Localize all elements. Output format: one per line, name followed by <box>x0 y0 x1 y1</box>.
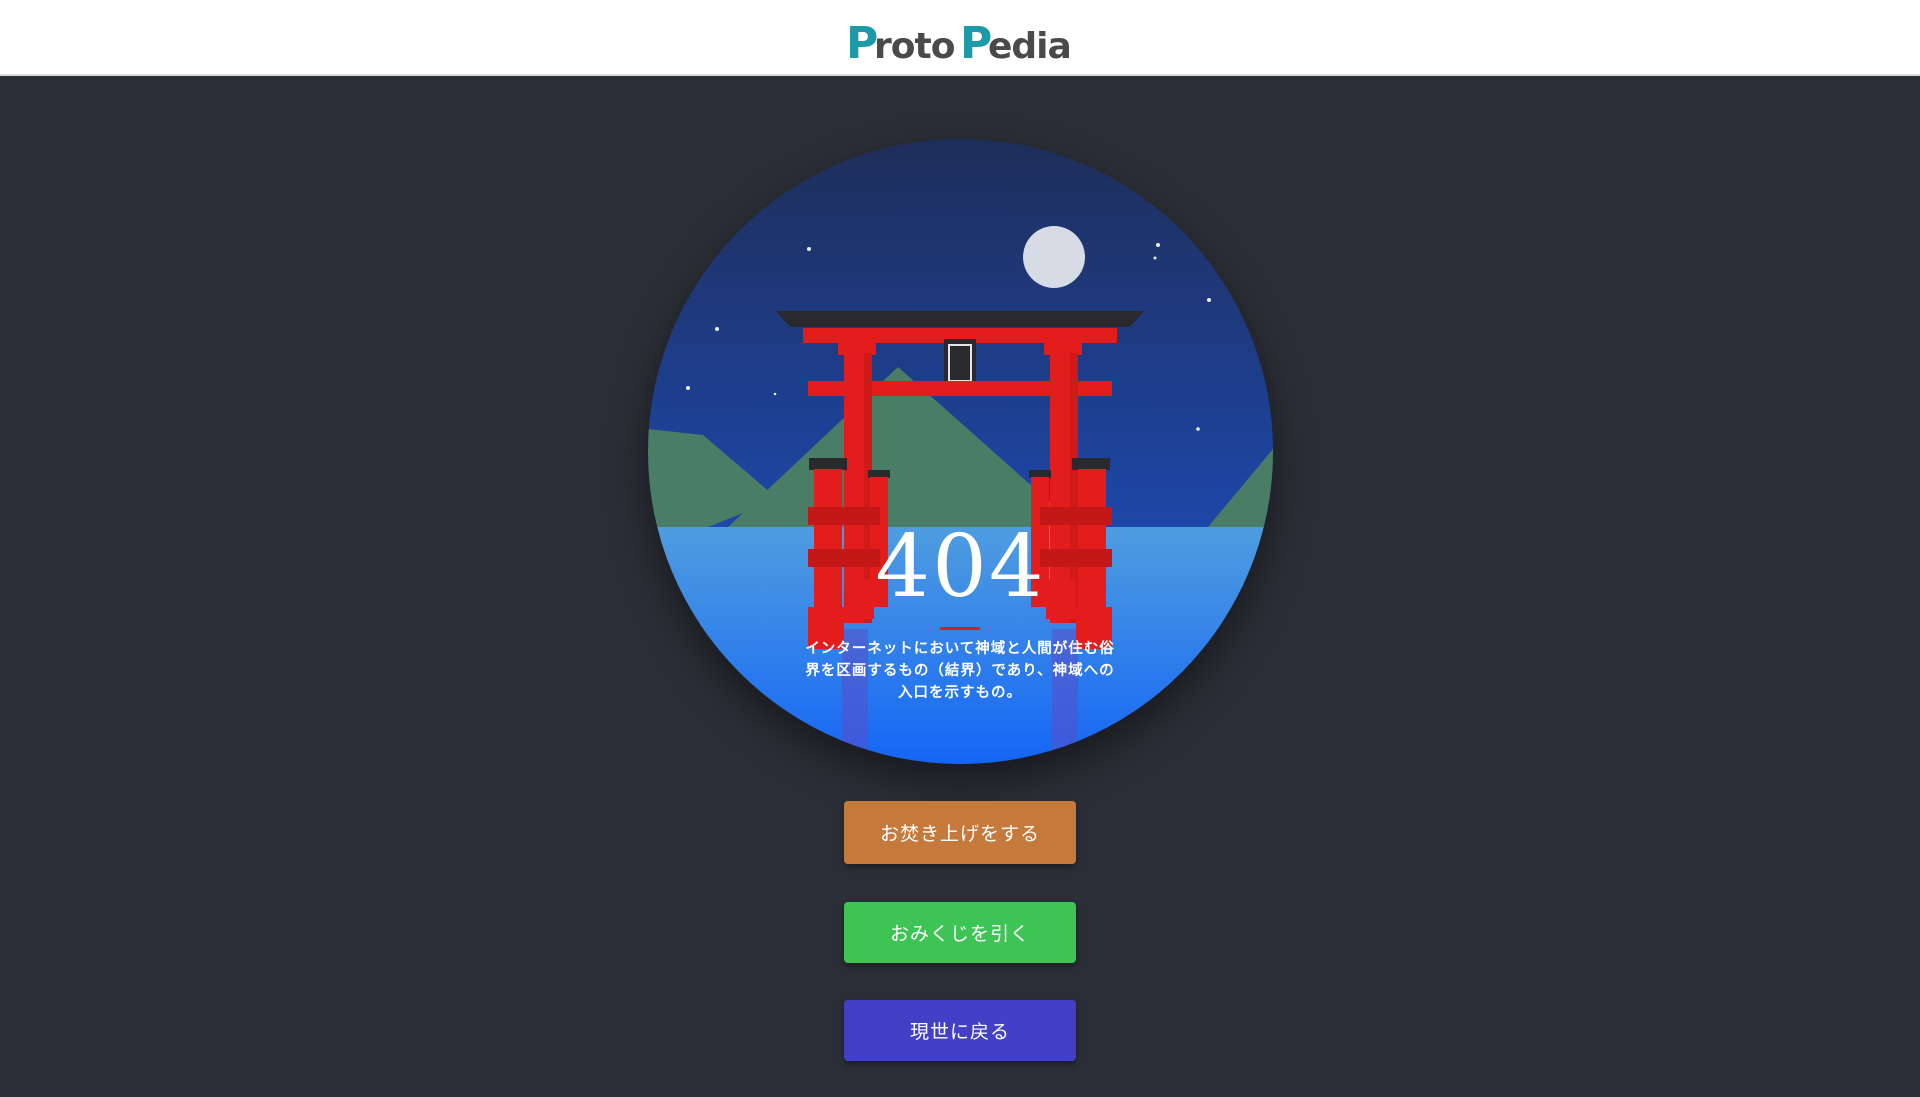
error-code: 404 <box>875 517 1046 617</box>
burn-offering-button[interactable]: お焚き上げをする <box>844 801 1076 864</box>
divider <box>940 627 980 630</box>
svg-text:P: P <box>846 18 877 64</box>
torii-scene: 404 インターネットにおいて神域と人間が住む俗界を区画するもの（結界）であり、… <box>648 139 1273 764</box>
top-bar: P roto P edia <box>0 0 1920 76</box>
protopedia-logo[interactable]: P roto P edia <box>846 18 1076 64</box>
error-message: インターネットにおいて神域と人間が住む俗界を区画するもの（結界）であり、神域への… <box>805 640 1115 701</box>
return-home-button[interactable]: 現世に戻る <box>844 1000 1076 1061</box>
svg-text:P: P <box>960 18 991 64</box>
svg-text:edia: edia <box>988 26 1071 64</box>
draw-omikuji-button[interactable]: おみくじを引く <box>844 902 1076 963</box>
moon-icon <box>1023 226 1085 288</box>
svg-text:roto: roto <box>874 26 955 64</box>
